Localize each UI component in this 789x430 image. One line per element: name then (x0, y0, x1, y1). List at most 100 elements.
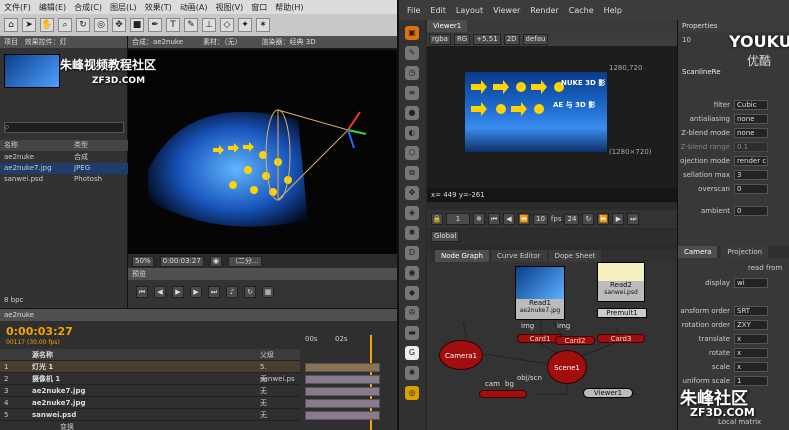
menu-help[interactable]: 帮助(H) (275, 2, 303, 13)
selection-tool-icon[interactable]: ➤ (22, 18, 36, 32)
prev-frame-icon[interactable]: ◀ (154, 286, 166, 298)
list-item[interactable]: ae2nuke7.jpg JPEG (0, 163, 128, 174)
loop-icon[interactable]: ↻ (582, 213, 595, 225)
prop-value[interactable]: x (734, 347, 768, 358)
layer-bar[interactable] (305, 399, 380, 408)
next-frame-icon[interactable]: ▶ (190, 286, 202, 298)
col-parent[interactable]: 父级 (260, 349, 300, 360)
menu-edit[interactable]: 编辑(E) (39, 2, 66, 13)
table-row[interactable]: 4 ae2nuke7.jpg 无 (0, 397, 300, 409)
menu-view[interactable]: 视图(V) (216, 2, 244, 13)
camera-node[interactable]: Camera1 (439, 340, 483, 370)
renderer-label[interactable]: 渲染器：经典 3D (262, 36, 316, 48)
prop-value[interactable]: Cubic (734, 99, 768, 110)
layer-bar[interactable] (305, 375, 380, 384)
layer-name[interactable]: ae2nuke7.jpg (32, 397, 102, 408)
other-icon[interactable]: ▬ (405, 326, 419, 340)
loop-icon[interactable]: ↻ (244, 286, 256, 298)
last-frame-icon[interactable]: ⏭ (627, 213, 640, 225)
metadata-icon[interactable]: ◆ (405, 286, 419, 300)
layer-parent[interactable]: 无 (260, 373, 300, 384)
tab-dope-sheet[interactable]: Dope Sheet (548, 250, 602, 262)
draw-icon[interactable]: ✎ (405, 46, 419, 60)
properties-count[interactable]: 10 (682, 36, 691, 44)
gain-field[interactable]: +5.51 (473, 33, 501, 45)
col-type[interactable]: 类型 (74, 140, 124, 151)
rectangle-tool-icon[interactable]: ■ (130, 18, 144, 32)
layer-dropdown[interactable]: RG (453, 33, 471, 45)
prop-value[interactable]: ZXY (734, 319, 768, 330)
gizmo-icon[interactable]: G (405, 346, 419, 360)
table-row[interactable]: 2 摄像机 1 无 (0, 373, 300, 385)
camera-icon[interactable]: ◉ (209, 255, 222, 267)
global-range-dropdown[interactable]: Global (431, 231, 460, 242)
menu-file[interactable]: File (407, 6, 420, 15)
menu-effect[interactable]: 效果(T) (145, 2, 172, 13)
clone-tool-icon[interactable]: ⊥ (202, 18, 216, 32)
prop-value[interactable]: 0.1 (734, 141, 768, 152)
prop-value[interactable]: render c (734, 155, 768, 166)
layer-name[interactable]: 摄像机 1 (32, 373, 102, 384)
menu-edit[interactable]: Edit (430, 6, 446, 15)
prop-value[interactable]: 0 (734, 183, 768, 194)
layer-bar[interactable] (305, 411, 380, 420)
local-matrix-toggle[interactable]: Local matrix (718, 418, 761, 426)
card3-node[interactable]: Card3 (597, 334, 645, 343)
layer-parent[interactable]: 无 (260, 397, 300, 408)
play-icon[interactable]: ▶ (612, 213, 625, 225)
hand-tool-icon[interactable]: ✋ (40, 18, 54, 32)
toolsets-icon[interactable]: ✇ (405, 306, 419, 320)
deep-icon[interactable]: D (405, 246, 419, 260)
merge-icon[interactable]: ⧉ (405, 166, 419, 180)
layer-name[interactable]: ae2nuke7.jpg (32, 385, 102, 396)
step-forward-icon[interactable]: ⏩ (597, 213, 610, 225)
properties-tab[interactable]: Properties (678, 20, 789, 32)
keyer-icon[interactable]: ⬡ (405, 146, 419, 160)
prop-value[interactable]: x (734, 361, 768, 372)
col-name[interactable]: 名称 (4, 140, 74, 151)
node-graph[interactable]: Read1 ae2nuke7.jpg Read2 sanwei.psd Prem… (427, 262, 677, 430)
time-icon[interactable]: ◷ (405, 66, 419, 80)
timeline-timecode[interactable]: 0:00:03:27 (6, 325, 73, 338)
transform-icon[interactable]: ✥ (405, 186, 419, 200)
project-search-input[interactable] (4, 122, 124, 133)
menu-render[interactable]: Render (530, 6, 558, 15)
tab-camera[interactable]: Camera (678, 246, 718, 258)
last-frame-icon[interactable]: ⏭ (208, 286, 220, 298)
channels-dropdown[interactable]: rgba (429, 33, 451, 45)
prop-value[interactable]: none (734, 113, 768, 124)
view-mode-dropdown[interactable]: 2D (503, 33, 520, 45)
ram-preview-icon[interactable]: ▦ (262, 286, 274, 298)
prop-value[interactable]: x (734, 333, 768, 344)
lock-icon[interactable]: 🔒 (431, 213, 443, 225)
col-source-name[interactable]: 源名称 (32, 349, 102, 360)
prop-value[interactable]: 0 (734, 205, 768, 216)
prop-value[interactable]: 3 (734, 169, 768, 180)
particles-icon[interactable]: ✱ (405, 226, 419, 240)
table-row[interactable]: 1 灯光 1 5. sanwei.ps (0, 361, 300, 383)
node-name[interactable]: ScanlineRe (682, 68, 721, 76)
fps-field[interactable]: 24 (564, 213, 580, 225)
read-from-checkbox[interactable]: read from (748, 264, 782, 272)
view-dropdown[interactable]: （二分... (227, 255, 262, 267)
first-frame-icon[interactable]: ⏮ (136, 286, 148, 298)
preview-tab[interactable]: 预览 (128, 268, 397, 280)
rotate-tool-icon[interactable]: ↻ (76, 18, 90, 32)
play-icon[interactable]: ▶ (172, 286, 184, 298)
transform-group[interactable]: 变换 (60, 422, 74, 430)
menu-cache[interactable]: Cache (569, 6, 594, 15)
layer-bar[interactable] (305, 387, 380, 396)
layer-parent[interactable]: 无 (260, 409, 300, 420)
menu-viewer[interactable]: Viewer (493, 6, 520, 15)
menu-composition[interactable]: 合成(C) (74, 2, 102, 13)
back-play-icon[interactable]: ◀ (503, 213, 515, 225)
comp-viewer[interactable] (128, 50, 397, 254)
viewer-node[interactable]: Viewer1 (583, 388, 633, 398)
tab-node-graph[interactable]: Node Graph (435, 250, 489, 262)
premult-node[interactable]: Premult1 (597, 308, 647, 318)
snowflake-icon[interactable]: ❄ (473, 213, 485, 225)
ocula-icon[interactable]: ◎ (405, 386, 419, 400)
viewer-tab[interactable]: Viewer1 (427, 20, 468, 32)
views-icon[interactable]: ◉ (405, 266, 419, 280)
first-frame-icon[interactable]: ⏮ (488, 213, 500, 225)
